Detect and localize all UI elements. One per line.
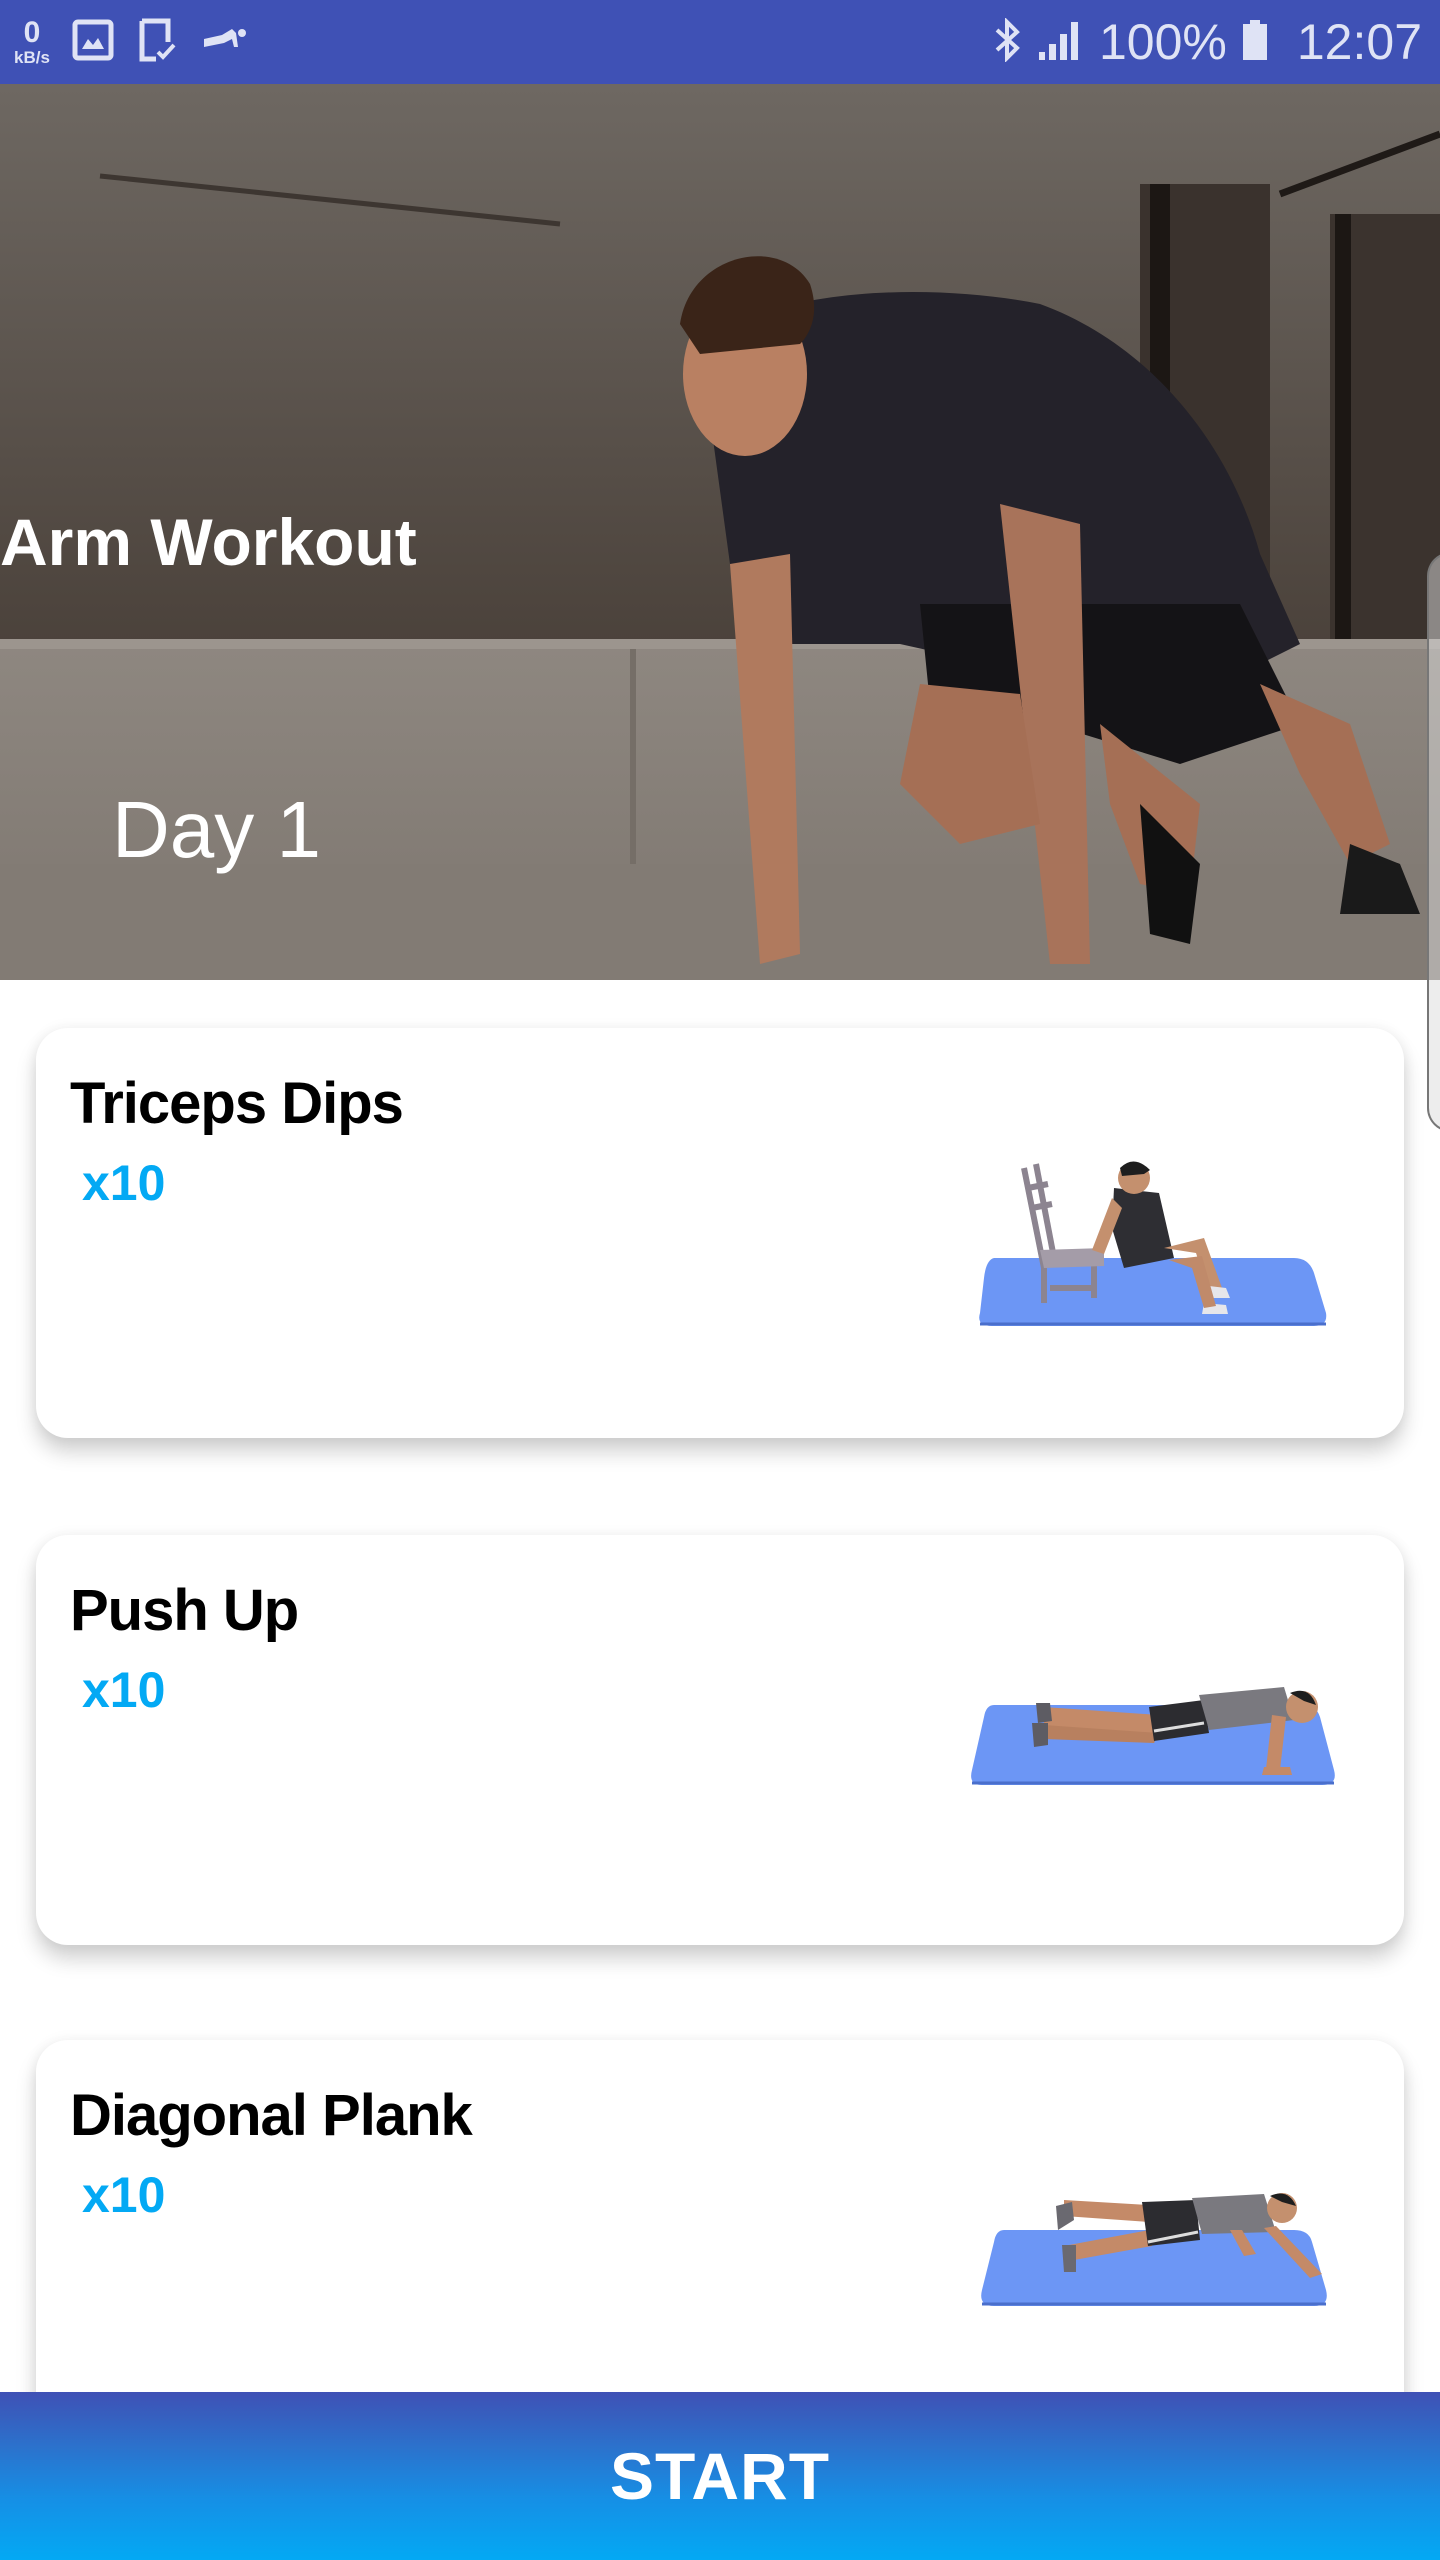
- status-bar: 0 kB/s 100% 12:07: [0, 0, 1440, 84]
- exercise-reps: x10: [82, 2167, 166, 2223]
- battery-icon: [1241, 18, 1269, 67]
- gallery-icon: [72, 19, 114, 66]
- exercise-card[interactable]: Diagonal Plank x10: [36, 2040, 1404, 2392]
- bluetooth-icon: [993, 16, 1023, 67]
- network-speed-unit: kB/s: [14, 48, 50, 67]
- exercise-name: Triceps Dips: [70, 1071, 404, 1136]
- push-up-illustration: [971, 1687, 1335, 1785]
- exercise-name: Push Up: [70, 1578, 299, 1643]
- tablet-check-icon: [136, 18, 180, 67]
- exercise-reps: x10: [82, 1155, 166, 1211]
- day-label: Day 1: [112, 785, 321, 874]
- workout-day-screen: 0 kB/s 100% 12:07 Arm Workout Day 1 Tric…: [0, 0, 1440, 2560]
- exercise-list[interactable]: Triceps Dips x10 Push Up x10 Diagonal Pl…: [0, 980, 1440, 2392]
- signal-icon: [1037, 18, 1081, 67]
- diagonal-plank-illustration: [981, 2193, 1327, 2306]
- start-button[interactable]: START: [0, 2392, 1440, 2560]
- status-left-icons: 0 kB/s: [14, 18, 248, 67]
- status-right-icons: 100% 12:07: [993, 13, 1422, 71]
- triceps-dips-illustration: [979, 1161, 1327, 1326]
- network-speed-indicator: 0 kB/s: [14, 16, 50, 67]
- exercise-name: Diagonal Plank: [70, 2083, 473, 2148]
- pushup-app-icon: [202, 25, 248, 60]
- edge-panel-handle[interactable]: [1427, 552, 1440, 1132]
- network-speed-value: 0: [23, 16, 41, 49]
- hero-banner: Arm Workout Day 1: [0, 84, 1440, 980]
- exercise-card[interactable]: Push Up x10: [36, 1535, 1404, 1945]
- workout-title: Arm Workout: [0, 505, 417, 579]
- exercise-card[interactable]: Triceps Dips x10: [36, 1028, 1404, 1438]
- battery-percent: 100%: [1098, 14, 1227, 70]
- clock: 12:07: [1296, 14, 1422, 70]
- exercise-reps: x10: [82, 1662, 166, 1718]
